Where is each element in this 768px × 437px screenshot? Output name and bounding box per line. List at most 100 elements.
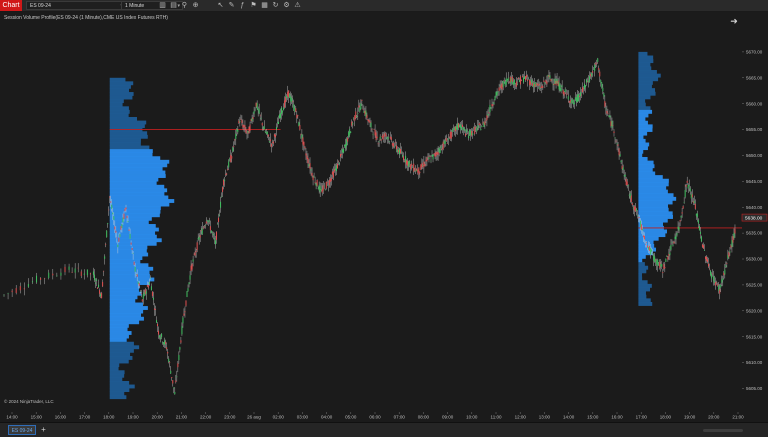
- candle-body: [647, 245, 649, 248]
- strategies-icon[interactable]: ⚑: [249, 1, 258, 10]
- candle-body: [136, 274, 138, 277]
- draw-tools-icon[interactable]: ✎: [227, 1, 236, 10]
- candle-body: [639, 220, 641, 228]
- bar-chart-icon[interactable]: ▥: [158, 1, 167, 10]
- candle-body: [515, 81, 517, 87]
- horizontal-scrollbar[interactable]: [703, 429, 743, 432]
- candle-body: [531, 79, 533, 84]
- candle-body: [247, 131, 249, 133]
- candle-body: [478, 123, 480, 125]
- candle-body: [454, 126, 456, 132]
- candle-body: [190, 265, 192, 271]
- candle-body: [301, 134, 303, 139]
- candle-body: [123, 213, 125, 219]
- volume-profile-2-bar: [638, 211, 673, 216]
- candle-body: [468, 135, 470, 139]
- candle-body: [629, 193, 631, 199]
- candle-body: [721, 279, 723, 283]
- candle-body: [366, 114, 368, 119]
- candle-body: [566, 93, 568, 95]
- candle-body: [570, 100, 572, 104]
- candle-body: [691, 194, 693, 198]
- candle-body: [127, 221, 129, 222]
- candle-body: [666, 255, 668, 257]
- candle-body: [201, 228, 203, 235]
- candle-body: [101, 292, 103, 299]
- candle-body: [389, 136, 391, 139]
- volume-profile-1-bar: [109, 99, 124, 104]
- chart-title-tab[interactable]: Chart: [0, 0, 22, 11]
- candle-body: [678, 227, 680, 231]
- candle-body: [44, 278, 46, 279]
- templates-icon[interactable]: ▦: [260, 1, 269, 10]
- candle-body: [598, 67, 600, 70]
- magnify-icon[interactable]: ⚲: [180, 1, 189, 10]
- volume-profile-2-bar: [638, 149, 644, 154]
- zoom-icon[interactable]: ⊕: [191, 1, 200, 10]
- candle-body: [386, 137, 388, 140]
- bar-chart-style-icon[interactable]: ▤: [169, 1, 178, 10]
- candle-body: [484, 121, 486, 125]
- candle-body: [11, 290, 13, 293]
- candle-body: [170, 370, 172, 374]
- volume-profile-2-bar: [638, 167, 653, 172]
- chart-panel[interactable]: 5670.00 5665.00 5660.00 5655.00 5650.00 5645.…: [0, 12, 768, 422]
- candle-body: [706, 256, 708, 261]
- candle-body: [452, 128, 454, 130]
- time-tick-label: 02:00: [273, 415, 285, 420]
- volume-profile-1-bar: [109, 120, 147, 125]
- candle-body: [496, 91, 498, 96]
- candle-body: [712, 273, 714, 275]
- candle-body: [272, 141, 274, 144]
- pointer-icon[interactable]: ↖: [216, 1, 225, 10]
- candle-body: [726, 262, 728, 264]
- properties-icon[interactable]: ⚙: [282, 1, 291, 10]
- candle-body: [335, 165, 337, 172]
- candle-body: [487, 113, 489, 116]
- candle-body: [551, 79, 553, 81]
- volume-profile-1-bar: [109, 159, 170, 164]
- candle-body: [388, 141, 390, 143]
- price-chart[interactable]: 5670.00 5665.00 5660.00 5655.00 5650.00 5645.…: [0, 12, 768, 422]
- add-tab-button[interactable]: +: [39, 425, 48, 435]
- candle-body: [538, 83, 540, 86]
- instrument-tab[interactable]: ES 09-24: [8, 425, 36, 435]
- candle-body: [263, 126, 265, 130]
- candle-body: [165, 341, 167, 344]
- candle-body: [599, 71, 601, 77]
- candle-body: [534, 84, 536, 87]
- volume-profile-2-bar: [638, 189, 668, 194]
- candle-body: [403, 156, 405, 161]
- time-tick-label: 15:00: [587, 415, 599, 420]
- candle-body: [336, 163, 338, 169]
- candle-body: [665, 258, 667, 262]
- volume-profile-2-bar: [638, 113, 649, 118]
- candle-body: [280, 113, 282, 119]
- candle-body: [347, 137, 349, 142]
- candle-body: [340, 154, 342, 157]
- candle-body: [164, 340, 166, 345]
- candle-body: [332, 171, 334, 178]
- candle-body: [314, 181, 316, 183]
- candle-body: [420, 164, 422, 170]
- candle-body: [415, 167, 417, 171]
- volume-profile-1-bar: [109, 188, 168, 193]
- rollover-icon[interactable]: ↻: [271, 1, 280, 10]
- scroll-right-arrow-icon[interactable]: ➜: [729, 16, 739, 26]
- candle-body: [510, 78, 512, 84]
- instrument-selector[interactable]: ES 09-24 ▾: [26, 1, 126, 10]
- volume-profile-1-bar: [109, 266, 154, 271]
- candle-body: [626, 181, 628, 186]
- candle-body: [732, 236, 734, 243]
- chart-toolbar: Chart ES 09-24 ▾: [0, 0, 768, 12]
- indicators-icon[interactable]: ƒ: [238, 1, 247, 10]
- candle-body: [627, 185, 629, 187]
- candle-body: [364, 110, 366, 115]
- candle-body: [145, 291, 147, 294]
- alert-icon[interactable]: ⚠: [293, 1, 302, 10]
- candle-body: [64, 266, 66, 273]
- candle-body: [209, 226, 211, 231]
- candle-body: [271, 142, 273, 143]
- candle-body: [482, 122, 484, 124]
- volume-profile-1-bar: [109, 291, 142, 296]
